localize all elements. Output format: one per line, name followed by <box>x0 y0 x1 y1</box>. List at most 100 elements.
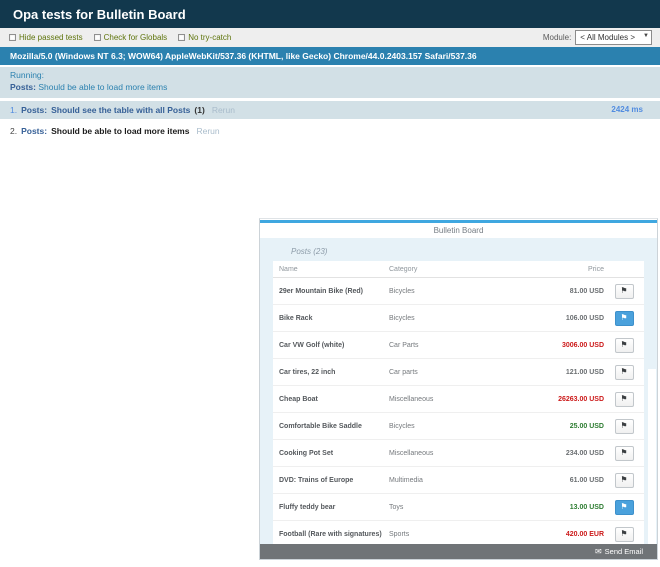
page-title: Opa tests for Bulletin Board <box>0 0 660 28</box>
post-name: Comfortable Bike Saddle <box>273 423 389 430</box>
post-price: 106.00 USD <box>539 315 604 322</box>
table-row[interactable]: Cooking Pot SetMiscellaneous234.00 USD⚑ <box>273 440 644 467</box>
page-title-text: Opa tests for Bulletin Board <box>13 7 186 22</box>
flag-icon: ⚑ <box>620 313 627 322</box>
flag-toggle-button[interactable]: ⚑ <box>615 338 634 353</box>
post-category: Bicycles <box>389 315 539 322</box>
test-module: Posts: <box>21 105 47 115</box>
checkbox-icon[interactable] <box>9 34 16 41</box>
column-header-category: Category <box>389 266 539 273</box>
table-row[interactable]: Car VW Golf (white)Car Parts3006.00 USD ⚑ <box>273 332 644 359</box>
column-header-price: Price <box>539 266 604 273</box>
test-row-running[interactable]: 2. Posts: Should be able to load more it… <box>0 122 660 140</box>
test-runtime: 2424 ms <box>611 105 643 114</box>
post-category: Sports <box>389 531 539 538</box>
flag-icon: ⚑ <box>620 529 627 538</box>
post-price: 25.00 USD <box>539 423 604 430</box>
checkbox-label: Hide passed tests <box>19 33 83 42</box>
test-module: Posts: <box>21 126 47 136</box>
table-row[interactable]: Comfortable Bike SaddleBicycles25.00 USD… <box>273 413 644 440</box>
table-row[interactable]: 29er Mountain Bike (Red)Bicycles81.00 US… <box>273 278 644 305</box>
post-price: 61.00 USD <box>539 477 604 484</box>
post-price: 3006.00 USD <box>539 342 604 349</box>
checkbox-icon[interactable] <box>178 34 185 41</box>
user-agent-text: Mozilla/5.0 (Windows NT 6.3; WOW64) Appl… <box>10 51 477 61</box>
post-category: Car Parts <box>389 342 539 349</box>
post-name: 29er Mountain Bike (Red) <box>273 288 389 295</box>
flag-cell: ⚑ <box>604 338 644 353</box>
flag-toggle-button[interactable]: ⚑ <box>615 446 634 461</box>
checkbox-hide-passed-tests[interactable]: Hide passed tests <box>9 33 83 42</box>
flag-icon: ⚑ <box>620 286 627 295</box>
post-name: DVD: Trains of Europe <box>273 477 389 484</box>
post-price: 121.00 USD <box>539 369 604 376</box>
checkbox-no-try-catch[interactable]: No try-catch <box>178 33 231 42</box>
flag-icon: ⚑ <box>620 394 627 403</box>
rerun-link[interactable]: Rerun <box>196 126 219 136</box>
flag-toggle-button[interactable]: ⚑ <box>615 365 634 380</box>
flag-cell: ⚑ <box>604 419 644 434</box>
posts-table: Name Category Price 29er Mountain Bike (… <box>273 261 644 544</box>
flag-cell: ⚑ <box>604 392 644 407</box>
rerun-link[interactable]: Rerun <box>212 105 235 115</box>
post-category: Car parts <box>389 369 539 376</box>
flag-toggle-button[interactable]: ⚑ <box>615 473 634 488</box>
flag-toggle-button[interactable]: ⚑ <box>615 311 634 326</box>
table-row[interactable]: DVD: Trains of EuropeMultimedia61.00 USD… <box>273 467 644 494</box>
email-icon: ✉ <box>595 547 602 556</box>
table-row[interactable]: Car tires, 22 inchCar parts121.00 USD⚑ <box>273 359 644 386</box>
post-price: 26263.00 USD <box>539 396 604 403</box>
post-category: Bicycles <box>389 423 539 430</box>
flag-toggle-button[interactable]: ⚑ <box>615 500 634 515</box>
post-category: Toys <box>389 504 539 511</box>
flag-toggle-button[interactable]: ⚑ <box>615 419 634 434</box>
post-category: Miscellaneous <box>389 396 539 403</box>
flag-toggle-button[interactable]: ⚑ <box>615 284 634 299</box>
table-row[interactable]: Fluffy teddy bearToys13.00 USD⚑ <box>273 494 644 521</box>
flag-toggle-button[interactable]: ⚑ <box>615 527 634 542</box>
posts-table-body: 29er Mountain Bike (Red)Bicycles81.00 US… <box>273 278 644 544</box>
chevron-down-icon: ▼ <box>643 33 649 39</box>
qunit-toolbar: Hide passed tests Check for Globals No t… <box>0 28 660 47</box>
checkbox-check-for-globals[interactable]: Check for Globals <box>94 33 168 42</box>
app-content: Posts (23) Name Category Price 29er Moun… <box>260 238 657 544</box>
post-name: Car VW Golf (white) <box>273 342 389 349</box>
send-email-button[interactable]: ✉ Send Email <box>589 546 649 557</box>
post-category: Bicycles <box>389 288 539 295</box>
posts-panel-title: Posts (23) <box>291 247 644 256</box>
table-row[interactable]: Bike RackBicycles106.00 USD ⚑ <box>273 305 644 332</box>
running-test: Posts: Should be able to load more items <box>10 82 660 94</box>
flag-icon: ⚑ <box>620 340 627 349</box>
user-agent-banner: Mozilla/5.0 (Windows NT 6.3; WOW64) Appl… <box>0 47 660 65</box>
flag-icon: ⚑ <box>620 421 627 430</box>
post-name: Bike Rack <box>273 315 389 322</box>
post-name: Fluffy teddy bear <box>273 504 389 511</box>
flag-cell: ⚑ <box>604 284 644 299</box>
flag-toggle-button[interactable]: ⚑ <box>615 392 634 407</box>
flag-cell: ⚑ <box>604 500 644 515</box>
app-header: Bulletin Board <box>260 223 657 238</box>
test-row-passed[interactable]: 1. Posts: Should see the table with all … <box>0 101 660 119</box>
checkbox-icon[interactable] <box>94 34 101 41</box>
flag-icon: ⚑ <box>620 502 627 511</box>
module-filter: Module: < All Modules > ▼ <box>543 30 652 45</box>
test-number: 2. <box>10 126 17 136</box>
post-price: 420.00 EUR <box>539 531 604 538</box>
module-filter-select[interactable]: < All Modules > ▼ <box>575 30 652 45</box>
posts-table-header: Name Category Price <box>273 261 644 278</box>
post-name: Football (Rare with signatures) <box>273 531 389 538</box>
column-header-name: Name <box>273 266 389 273</box>
flag-cell: ⚑ <box>604 527 644 542</box>
running-test-module: Posts: <box>10 82 36 92</box>
post-category: Multimedia <box>389 477 539 484</box>
app-scrollbar[interactable] <box>648 369 656 544</box>
test-number: 1. <box>10 105 17 115</box>
module-filter-selected-value: < All Modules > <box>580 33 635 42</box>
table-row[interactable]: Football (Rare with signatures)Sports420… <box>273 521 644 544</box>
app-title: Bulletin Board <box>434 226 484 235</box>
post-category: Miscellaneous <box>389 450 539 457</box>
checkbox-label: Check for Globals <box>104 33 168 42</box>
table-row[interactable]: Cheap BoatMiscellaneous26263.00 USD⚑ <box>273 386 644 413</box>
module-filter-label: Module: <box>543 33 571 42</box>
post-name: Cooking Pot Set <box>273 450 389 457</box>
